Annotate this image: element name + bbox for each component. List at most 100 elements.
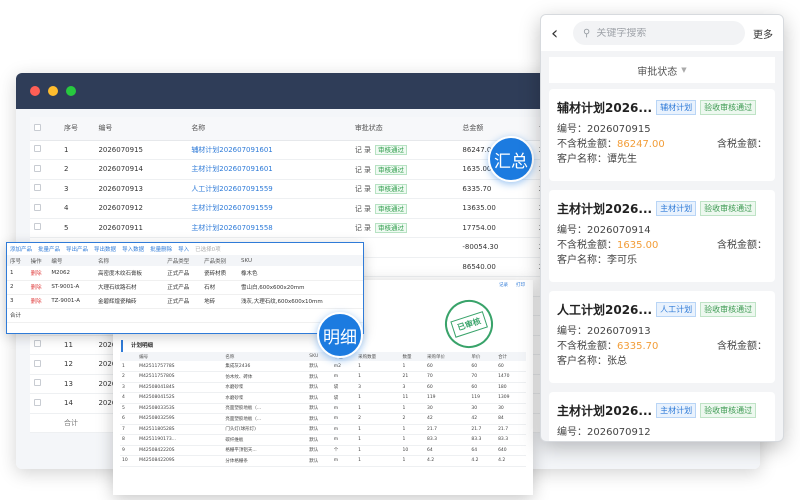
delete-button[interactable]: 删除 (27, 280, 49, 295)
customer-line: 客户名称：李可乐 (557, 253, 767, 268)
search-box[interactable]: ⚲ (573, 21, 745, 45)
plan-cell-t: 84 (496, 413, 526, 425)
record-link[interactable]: 记 录 (355, 166, 371, 174)
card-title: 人工计划2026... (557, 303, 653, 317)
row-index: 14 (60, 393, 95, 414)
table-row: 8 M4251190173... 碳纤维板 默认 m 1 1 83.3 83.3 83.3 (120, 434, 526, 446)
row-type: 正式产品 (164, 266, 202, 281)
delete-button[interactable]: 删除 (27, 294, 49, 309)
status-badge: 审核通过 (375, 203, 408, 214)
code-line: 编号：2026070913 (557, 324, 767, 339)
plan-cell-pq: 1 (356, 434, 401, 446)
plan-cell-pp: 60 (424, 382, 470, 393)
customer-value: 李可乐 (607, 255, 637, 266)
table-row[interactable]: 3 删除 TZ-9001-A 金碧辉煌瓷釉砖 正式产品 地砖 浅灰,大理石纹,600x600… (7, 294, 363, 309)
approval-status-filter[interactable]: 审批状态 ▼ (549, 57, 775, 83)
plan-cell-t: 180 (496, 382, 526, 393)
plan-card-list: 辅材计划2026... 辅材计划 验收审核通过 编号：2026070915 不含税金额：… (541, 89, 783, 441)
plan-cell-name: 分体格栅条 (223, 455, 308, 467)
plan-cell-p: 42 (469, 413, 497, 425)
table-row[interactable]: 1 删除 M2062 高密度木纹石膏板 正式产品 瓷砖材质 橡木色 (7, 266, 363, 281)
total-label: 合计 (7, 308, 363, 323)
plan-cell-t: 1470 (496, 371, 526, 383)
plan-cell-sku: 默认 (307, 371, 332, 383)
table-row: 9 M4250842220S 格栅平顶铝天... 默认个 1 10 64 64 640 (120, 445, 526, 456)
ex-tax-field: 不含税金额： (557, 440, 617, 441)
mobile-app-panel: ‹ ⚲ 更多 审批状态 ▼ 辅材计划2026...辅材计划验收审核通过编号：20… (540, 14, 784, 442)
code-label: 编号： (557, 225, 587, 236)
delete-button[interactable]: 删除 (27, 266, 49, 281)
table-row[interactable]: 2 删除 ST-9001-A 大理石纹路石材 正式产品 石材 雪山白,600x600x20m… (7, 280, 363, 295)
ex-tax-value: 6335.70 (617, 341, 659, 352)
row-index: 13 (60, 374, 95, 394)
back-arrow-icon[interactable]: ‹ (551, 23, 565, 44)
row-checkbox[interactable] (34, 379, 41, 387)
row-name-link[interactable]: 主材计划202607091558 (187, 218, 351, 238)
customer-line: 客户名称：张总 (557, 354, 767, 369)
row-name-link[interactable]: 人工计划202607091559 (187, 179, 351, 199)
row-index: 5 (60, 218, 95, 238)
minimize-dot-icon[interactable] (48, 86, 58, 96)
plan-cell-sku: 默认 (307, 424, 332, 435)
record-link[interactable]: 记 录 (355, 185, 371, 193)
status-chip: 验收审核通过 (700, 201, 757, 216)
column-header: 采购单价 (424, 352, 470, 361)
code-value: 2026070914 (587, 225, 651, 236)
row-checkbox-cell (30, 335, 60, 355)
row-checkbox[interactable] (34, 145, 41, 153)
plan-card[interactable]: 辅材计划2026... 辅材计划 验收审核通过 编号：2026070915 不含税金额：… (549, 89, 775, 181)
toolbar-action[interactable]: 导入数据 (122, 245, 144, 253)
plan-card[interactable]: 主材计划2026... 主材计划 验收审核通过 编号：2026070914 不含税金额：… (549, 190, 775, 282)
toolbar-action[interactable]: 添加产品 (10, 245, 32, 253)
row-name: 高密度木纹石膏板 (94, 266, 165, 281)
status-chip: 验收审核通过 (700, 302, 757, 317)
row-type: 正式产品 (164, 280, 202, 295)
plan-card[interactable]: 主材计划2026...主材计划验收审核通过编号：2026070912不含税金额：… (549, 392, 775, 441)
toolbar-action[interactable]: 导出产品 (66, 245, 88, 253)
row-checkbox[interactable] (34, 340, 41, 348)
row-name-link[interactable]: 辅材计划2026070916​01 (187, 140, 351, 160)
card-title: 辅材计划2026... (557, 101, 653, 115)
row-name-link[interactable]: 主材计划202607091559 (187, 198, 351, 219)
status-badge: 审核通过 (375, 164, 408, 175)
row-checkbox[interactable] (34, 359, 41, 367)
record-link[interactable]: 记 录 (355, 224, 371, 232)
row-name-link[interactable]: 主材计划202607091601 (187, 159, 351, 180)
toolbar-action[interactable]: 批量产品 (38, 245, 60, 253)
record-link[interactable]: 记 录 (355, 205, 371, 213)
table-row: 2 M4251175780S 仿木纹、砖体 默认 m 1 21 70 70 1470 (120, 371, 526, 383)
plan-cell-code: M4251180528S (137, 424, 224, 435)
print-link[interactable]: 打印 (516, 282, 525, 288)
in-tax-label: 含税金额： (717, 139, 767, 150)
more-button[interactable]: 更多 (753, 26, 773, 41)
row-checkbox[interactable] (34, 164, 41, 172)
toolbar-action[interactable]: 导入 (178, 245, 189, 253)
code-value: 2026070915 (587, 124, 651, 135)
row-checkbox[interactable] (34, 223, 41, 231)
row-checkbox[interactable] (34, 184, 41, 192)
plan-card[interactable]: 人工计划2026... 人工计划 验收审核通过 编号：2026070913 不含税金额：… (549, 291, 775, 383)
toolbar-action[interactable]: 批量删除 (150, 245, 172, 253)
column-header: 名称 (187, 117, 351, 141)
plan-cell-q: 1 (400, 434, 425, 446)
column-header: 名称 (223, 352, 308, 361)
record-link[interactable]: 记录 (499, 282, 508, 288)
row-checkbox[interactable] (34, 398, 41, 406)
select-all-checkbox[interactable] (34, 123, 41, 131)
search-input[interactable] (596, 27, 745, 39)
maximize-dot-icon[interactable] (66, 86, 76, 96)
plan-cell-pq: 1 (356, 424, 401, 435)
close-dot-icon[interactable] (30, 86, 40, 96)
record-link[interactable]: 记 录 (355, 146, 371, 154)
plan-cell-t: 1309 (496, 392, 526, 404)
row-checkbox[interactable] (34, 203, 41, 211)
ex-tax-field: 不含税金额：1635.00 (557, 238, 658, 253)
row-index: 2 (7, 280, 28, 295)
plan-cell-name: 亮面塑胶地板（... (223, 403, 308, 414)
plan-cell-p: 21.7 (469, 424, 497, 435)
in-tax-label: 含税金额： (717, 341, 767, 352)
ex-tax-value: 1635.00 (617, 240, 659, 251)
customer-line: 客户名称：谭先生 (557, 152, 767, 167)
column-header: 操作 (27, 255, 49, 266)
toolbar-action[interactable]: 导出数据 (94, 245, 116, 253)
